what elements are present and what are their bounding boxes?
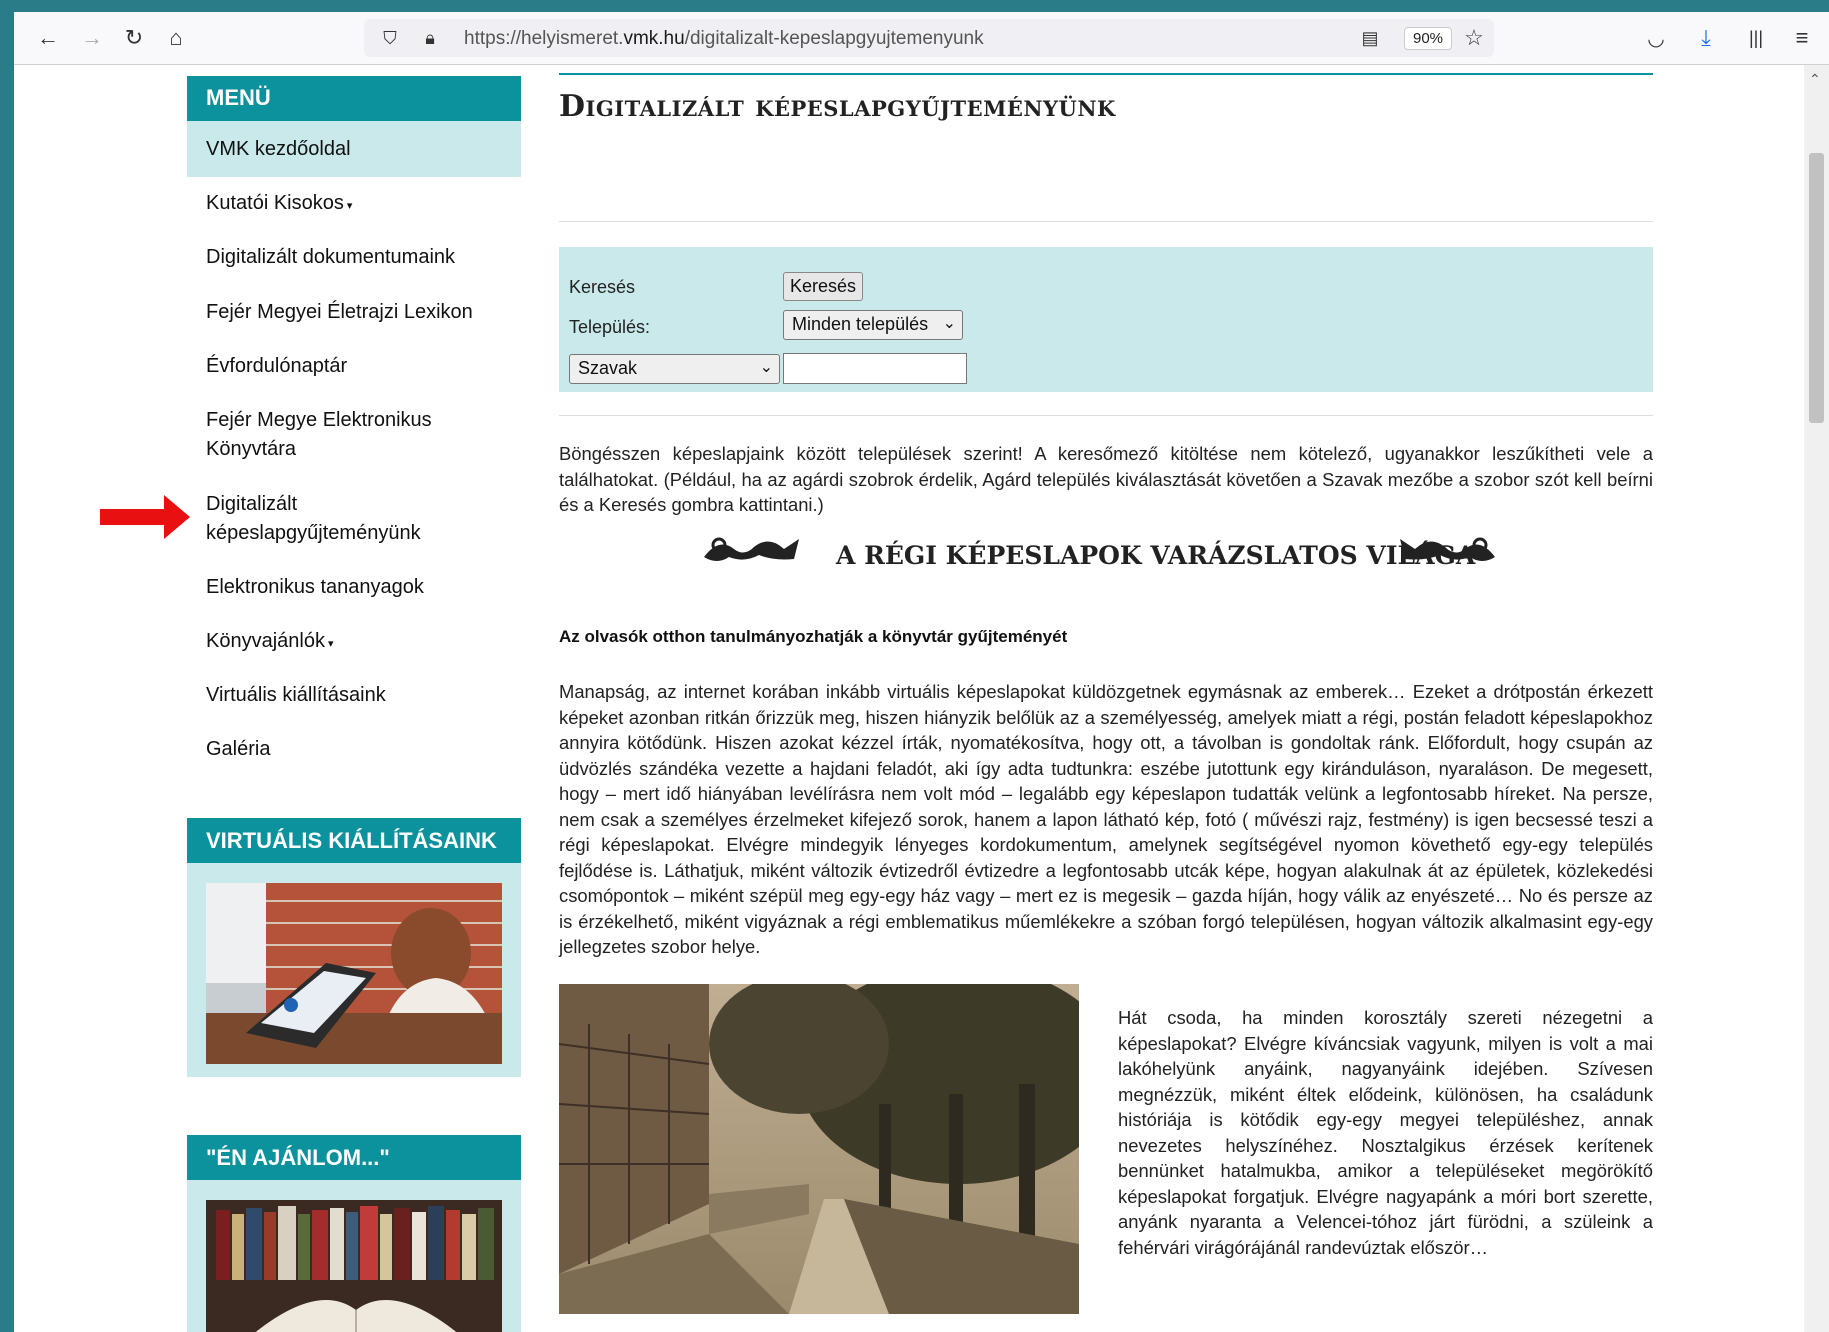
menu-icon[interactable]: ≡ (1786, 22, 1818, 54)
sidebar-item-label: Könyvajánlók (206, 630, 325, 652)
search-label: Keresés (569, 277, 636, 297)
chevron-down-icon: ⌄ (942, 315, 956, 332)
forward-arrow-icon[interactable]: → (76, 22, 108, 54)
settlement-select-value: Minden település (792, 314, 929, 334)
title-top-border (559, 73, 1653, 75)
book-recommendation-image[interactable] (206, 1200, 502, 1332)
pocket-icon[interactable]: ◡ (1640, 22, 1672, 54)
sidebar-item-kutatoi-kisokos[interactable]: Kutatói Kisokos ▾ (187, 189, 521, 221)
sidebar-item-vmk-home[interactable]: VMK kezdőoldal (187, 121, 521, 177)
ornament-right-icon (1400, 537, 1495, 561)
sidebar-item-label: Virtuális kiállításaink (206, 684, 386, 706)
scroll-up-icon[interactable]: ⌃ (1809, 71, 1821, 88)
settlement-select[interactable]: Minden település ⌄ (783, 310, 963, 340)
sidebar-item-kepeslapgyujtemeny[interactable]: Digitalizált képeslapgyűjteményünk (187, 490, 447, 548)
side-paragraph: Hát csoda, ha minden korosztály szereti … (1118, 1007, 1653, 1258)
reload-icon[interactable]: ↻ (118, 22, 150, 54)
sidebar-item-label: Évfordulónaptár (206, 355, 348, 377)
divider (559, 415, 1653, 416)
sidebar-item-elektronikus-konyvtar[interactable]: Fejér Megye Elektronikus Könyvtára (187, 406, 487, 464)
bookmark-star-icon[interactable]: ☆ (1458, 22, 1490, 54)
sidebar-item-label: Digitalizált dokumentumaink (206, 246, 456, 268)
subheading: Az olvasók otthon tanulmányozhatják a kö… (559, 627, 1068, 646)
intro-paragraph: Böngésszen képeslapjaink között települé… (559, 443, 1653, 515)
widget-en-ajanlom-title: "ÉN AJÁNLOM..." (187, 1135, 521, 1180)
browser-toolbar: ← → ↻ ⌂ ⛉ 🔒︎ https://helyismeret.vmk.hu/… (14, 12, 1829, 65)
library-icon[interactable]: ||| (1740, 22, 1772, 54)
search-button[interactable]: Keresés (783, 272, 864, 301)
caret-down-icon: ▾ (327, 638, 334, 650)
menu-title: MENÜ (187, 76, 521, 121)
sidebar-item-label: Kutatói Kisokos (206, 192, 344, 214)
page-content: MENÜ VMK kezdőoldal Kutatói Kisokos ▾ Dig… (14, 65, 1804, 1332)
sidebar-item-virtualis-kiallitasaink[interactable]: Virtuális kiállításaink (187, 681, 521, 710)
sidebar-item-evfordulonaptar[interactable]: Évfordulónaptár (187, 352, 521, 381)
sidebar-item-digitalizalt-dokumentumaink[interactable]: Digitalizált dokumentumaink (187, 243, 521, 272)
keyword-input[interactable] (783, 353, 967, 384)
sidebar-item-label: Digitalizált képeslapgyűjteményünk (206, 493, 421, 544)
url-text[interactable]: https://helyismeret.vmk.hu/digitalizalt-… (464, 28, 984, 50)
scrollbar[interactable]: ⌃ (1804, 65, 1829, 1332)
sidebar-item-konyvajanlok[interactable]: Könyvajánlók ▾ (187, 627, 521, 659)
search-panel: Keresés Keresés Település: Minden telepü… (559, 247, 1653, 392)
reader-view-icon[interactable]: ▤ (1354, 22, 1386, 54)
sidebar-item-eletrajzi-lexikon[interactable]: Fejér Megyei Életrajzi Lexikon (187, 298, 521, 327)
body-paragraph: Manapság, az internet korában inkább vir… (559, 681, 1653, 957)
back-arrow-icon[interactable]: ← (32, 22, 64, 54)
red-arrow-icon (100, 495, 190, 539)
field-select-value: Szavak (578, 358, 638, 378)
page-title: Digitalizált képeslapgyűjteményünk (559, 89, 1116, 124)
sidebar-item-label: Fejér Megyei Életrajzi Lexikon (206, 301, 473, 323)
sidebar-item-label: Galéria (206, 738, 271, 760)
shield-icon[interactable]: ⛉ (374, 22, 406, 54)
widget-virtualis-kiallitasaink-title: VIRTUÁLIS KIÁLLÍTÁSAINK (187, 818, 521, 863)
browser-window: ← → ↻ ⌂ ⛉ 🔒︎ https://helyismeret.vmk.hu/… (14, 12, 1829, 1332)
sidebar-item-label: Elektronikus tananyagok (206, 576, 424, 598)
sidebar-item-label: VMK kezdőoldal (206, 138, 351, 160)
sidebar-item-elektronikus-tananyagok[interactable]: Elektronikus tananyagok (187, 573, 521, 602)
address-bar[interactable]: ⛉ 🔒︎ https://helyismeret.vmk.hu/digitali… (364, 19, 1494, 57)
section-title: A RÉGI KÉPESLAPOK VARÁZSLATOS VILÁGA (836, 541, 1476, 570)
ornament-left-icon (704, 537, 799, 561)
scrollbar-thumb[interactable] (1809, 153, 1824, 423)
postcard-image[interactable] (559, 984, 1079, 1314)
sidebar-item-label: Fejér Megye Elektronikus Könyvtára (206, 409, 432, 460)
widget-virtualis-kiallitasaink (187, 863, 521, 1077)
divider (559, 221, 1653, 222)
chevron-down-icon: ⌄ (759, 359, 773, 376)
field-select[interactable]: Szavak ⌄ (569, 354, 780, 384)
home-icon[interactable]: ⌂ (160, 22, 192, 54)
download-icon[interactable]: ⤓ (1690, 22, 1722, 54)
lock-icon[interactable]: 🔒︎ (414, 22, 446, 54)
virtual-exhibition-image[interactable] (206, 883, 502, 1064)
zoom-level[interactable]: 90% (1404, 27, 1453, 50)
widget-en-ajanlom (187, 1180, 521, 1332)
sidebar-item-galeria[interactable]: Galéria (187, 735, 521, 764)
settlement-label: Település: (569, 317, 651, 337)
caret-down-icon: ▾ (346, 200, 353, 212)
